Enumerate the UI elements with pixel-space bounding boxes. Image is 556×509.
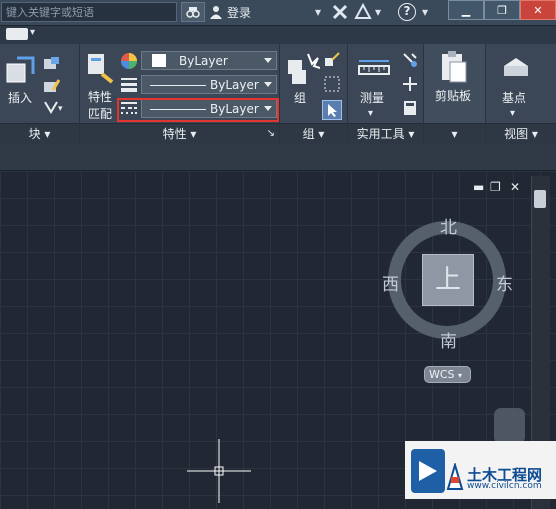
a360-dropdown-icon[interactable]: ▾ bbox=[375, 5, 381, 19]
panel-group-footer[interactable]: 组 ▾ bbox=[280, 123, 347, 144]
panel-view-footer[interactable]: 视图 ▾ bbox=[486, 123, 556, 144]
edit-block-icon[interactable] bbox=[43, 78, 61, 94]
match-properties-label-1[interactable]: 特性 bbox=[88, 88, 112, 105]
panel-view: 基点 ▾ 视图 ▾ bbox=[486, 44, 556, 144]
lineweight-combo[interactable]: ByLayer bbox=[141, 75, 277, 94]
panel-properties-footer[interactable]: 特性 ▾ ↘ bbox=[80, 123, 279, 144]
ribbon-tab-toggle[interactable] bbox=[6, 28, 28, 40]
panel-clipboard-footer[interactable]: ▾ bbox=[424, 123, 485, 144]
panel-utilities-footer[interactable]: 实用工具 ▾ bbox=[348, 123, 423, 144]
group-edit-icon[interactable] bbox=[324, 76, 340, 92]
viewport-restore-icon[interactable]: ❐ bbox=[490, 180, 501, 194]
user-icon bbox=[210, 6, 222, 19]
clipboard-label[interactable]: 剪贴板 bbox=[435, 87, 471, 104]
lineweight-preview bbox=[150, 85, 206, 86]
panel-group: 组 组 ▾ bbox=[280, 44, 348, 144]
watermark-url: www.civilcn.com bbox=[467, 481, 542, 491]
color-swatch bbox=[152, 54, 166, 67]
panel-view-title: 视图 bbox=[504, 127, 529, 141]
document-tab-bar bbox=[0, 144, 556, 171]
watermark-logo bbox=[411, 449, 445, 493]
panel-clipboard: 剪贴板 ▾ bbox=[424, 44, 486, 144]
clipboard-icon[interactable] bbox=[440, 50, 468, 84]
search-button[interactable] bbox=[181, 2, 205, 22]
viewport-minimize-icon[interactable]: ▬ bbox=[473, 180, 484, 194]
measure-label[interactable]: 测量 bbox=[360, 89, 384, 106]
compass-north[interactable]: 北 bbox=[440, 213, 457, 238]
panel-block: 插入 ▾ 块 ▾ bbox=[0, 44, 80, 144]
help-dropdown-icon[interactable]: ▾ bbox=[422, 5, 428, 19]
watermark-badge: 土木工程网 www.civilcn.com bbox=[405, 441, 556, 499]
title-bar: 键入关键字或短语 登录 ▾ ▾ ? ▾ ▁ ❐ ✕ bbox=[0, 0, 556, 26]
viewcube-top-face[interactable]: 上 bbox=[422, 254, 474, 306]
compass-west[interactable]: 西 bbox=[382, 270, 399, 295]
panel-utilities-title: 实用工具 bbox=[356, 127, 405, 141]
panel-block-footer[interactable]: 块 ▾ bbox=[0, 123, 79, 144]
insert-label[interactable]: 插入 bbox=[8, 89, 32, 106]
calculator-icon[interactable] bbox=[402, 100, 418, 116]
dialog-launcher-icon[interactable]: ↘ bbox=[267, 124, 275, 144]
group-icon[interactable] bbox=[286, 52, 320, 86]
binoculars-icon bbox=[186, 7, 200, 18]
ungroup-icon[interactable] bbox=[324, 52, 340, 68]
block-attributes-icon[interactable]: ▾ bbox=[43, 100, 65, 114]
compass-east[interactable]: 东 bbox=[496, 270, 513, 295]
color-combo-value: ByLayer bbox=[179, 54, 228, 68]
help-icon[interactable]: ? bbox=[398, 3, 416, 21]
insert-block-icon[interactable] bbox=[5, 56, 35, 86]
id-point-icon[interactable] bbox=[402, 76, 418, 92]
minimize-button[interactable]: ▁ bbox=[448, 0, 484, 20]
chevron-down-icon: ▾ bbox=[458, 371, 463, 380]
exchange-x-icon[interactable] bbox=[332, 4, 348, 20]
measure-icon[interactable] bbox=[358, 58, 390, 80]
navigation-bar[interactable] bbox=[494, 408, 525, 444]
crosshair-cursor bbox=[187, 439, 251, 503]
a360-icon[interactable] bbox=[354, 3, 372, 20]
match-properties-label-2[interactable]: 匹配 bbox=[88, 105, 112, 122]
wcs-menu[interactable]: WCS ▾ bbox=[424, 366, 471, 383]
lineweight-icon bbox=[121, 78, 137, 92]
quick-select-icon[interactable] bbox=[402, 52, 418, 68]
wcs-label: WCS bbox=[429, 368, 455, 381]
base-point-icon[interactable] bbox=[502, 54, 530, 80]
match-properties-icon[interactable] bbox=[86, 52, 114, 84]
panel-properties-title: 特性 bbox=[162, 127, 187, 141]
group-label[interactable]: 组 bbox=[294, 89, 306, 106]
login-dropdown-icon[interactable]: ▾ bbox=[315, 5, 321, 19]
linetype-highlight-box bbox=[117, 98, 279, 122]
scrollbar-thumb[interactable] bbox=[534, 190, 546, 208]
watermark-emblem-icon bbox=[446, 463, 464, 490]
color-combo[interactable]: ByLayer bbox=[141, 51, 277, 70]
measure-dropdown-icon[interactable]: ▾ bbox=[368, 108, 373, 119]
panel-group-title: 组 bbox=[302, 127, 315, 141]
create-block-icon[interactable] bbox=[43, 56, 61, 72]
ribbon: 插入 ▾ 块 ▾ 特性 匹配 ByLayer ByLayer ByLayer 特… bbox=[0, 44, 556, 144]
chevron-down-icon bbox=[264, 58, 272, 63]
panel-properties: 特性 匹配 ByLayer ByLayer ByLayer 特性 ▾ ↘ bbox=[80, 44, 280, 144]
panel-utilities: 测量 ▾ 实用工具 ▾ bbox=[348, 44, 424, 144]
group-select-toggle[interactable] bbox=[322, 100, 342, 120]
chevron-down-icon bbox=[264, 82, 272, 87]
login-button[interactable]: 登录 bbox=[209, 2, 327, 22]
window-controls: ▁ ❐ ✕ bbox=[448, 0, 556, 20]
base-point-label[interactable]: 基点 bbox=[502, 89, 526, 106]
base-dropdown-icon[interactable]: ▾ bbox=[510, 108, 515, 119]
tab-dropdown-icon[interactable]: ▾ bbox=[30, 27, 35, 38]
login-label: 登录 bbox=[227, 5, 252, 20]
ribbon-tab-row: ▾ bbox=[0, 26, 556, 44]
cursor-select-icon bbox=[328, 104, 337, 117]
svg-text:▾: ▾ bbox=[58, 104, 63, 114]
lineweight-combo-value: ByLayer bbox=[210, 78, 259, 92]
color-wheel-icon bbox=[121, 53, 137, 69]
panel-block-title: 块 bbox=[28, 127, 41, 141]
viewport-close-icon[interactable]: ✕ bbox=[510, 180, 520, 194]
search-input[interactable]: 键入关键字或短语 bbox=[1, 2, 177, 22]
close-button[interactable]: ✕ bbox=[520, 0, 556, 20]
compass-south[interactable]: 南 bbox=[440, 327, 457, 352]
maximize-button[interactable]: ❐ bbox=[484, 0, 520, 20]
